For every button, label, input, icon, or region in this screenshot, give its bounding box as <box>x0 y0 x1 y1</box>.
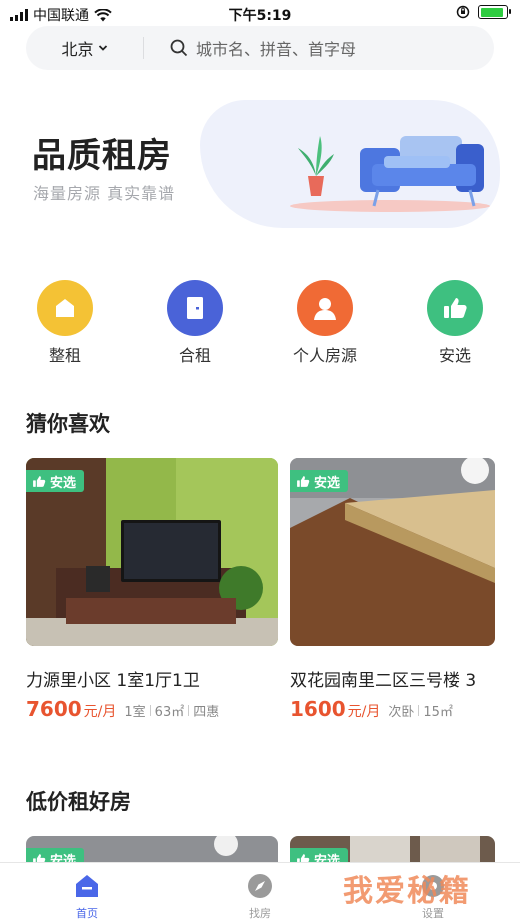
listing-photo: 安选 <box>26 458 278 646</box>
listing-card[interactable]: 安选 <box>290 836 495 862</box>
category-label: 整租 <box>48 346 81 365</box>
thumbs-up-icon <box>297 853 310 862</box>
search-bar: 北京 城市名、拼音、首字母 <box>26 26 494 70</box>
listing-name: 力源里小区 1室1厅1卫 <box>26 671 200 691</box>
tag-label: 安选 <box>50 475 77 491</box>
anxuan-tag: 安选 <box>26 470 85 492</box>
city-selector[interactable]: 北京 <box>26 37 144 59</box>
listing-name: 双花园南里二区三号楼 3 <box>290 671 477 691</box>
tab-label: 首页 <box>76 907 98 920</box>
tag-label: 安选 <box>314 853 341 863</box>
listing-photo: 安选 <box>290 836 495 862</box>
listing-card[interactable]: 安选 双花园南里二区三号楼 3 1600 元/月 次卧 15㎡ <box>290 458 495 721</box>
category-menu: 整租 合租 个人房源 安选 <box>0 280 520 370</box>
listing-meta: 7600 元/月 1室 63㎡ 四惠 <box>26 697 278 721</box>
category-label: 安选 <box>438 346 471 365</box>
hero-title: 品质租房 <box>32 136 172 176</box>
thumbs-up-icon <box>33 475 46 487</box>
sofa-illustration <box>290 136 490 212</box>
search-placeholder: 城市名、拼音、首字母 <box>196 40 357 59</box>
clock: 下午5:19 <box>228 8 292 24</box>
tab-home[interactable]: 首页 <box>47 871 127 921</box>
orientation-lock-icon <box>456 5 470 19</box>
section-title-low-price: 低价租好房 <box>26 790 131 814</box>
thumbs-up-icon <box>427 280 483 336</box>
listing-card[interactable]: 安选 力源里小区 1室1厅1卫 7600 元/月 1室 63㎡ 四惠 <box>26 458 278 721</box>
chevron-down-icon <box>98 45 107 51</box>
home-icon <box>72 871 102 901</box>
listing-photo: 安选 <box>290 458 495 646</box>
price-unit: 元/月 <box>83 704 117 720</box>
divider <box>149 705 151 716</box>
listing-detail: 四惠 <box>193 705 220 720</box>
listing-price: 1600 <box>290 697 346 721</box>
section-title-guess: 猜你喜欢 <box>26 412 110 436</box>
divider <box>418 705 420 716</box>
category-anxuan[interactable]: 安选 <box>405 280 505 366</box>
thumbs-up-icon <box>33 853 46 862</box>
door-icon <box>167 280 223 336</box>
listing-price: 7600 <box>26 697 82 721</box>
listing-card[interactable]: 安选 <box>26 836 278 862</box>
divider <box>188 705 190 716</box>
hero-subtitle: 海量房源 真实靠谱 <box>33 184 176 203</box>
house-icon <box>37 280 93 336</box>
listing-detail: 1室 <box>124 705 146 720</box>
price-unit: 元/月 <box>347 704 381 720</box>
listing-photo: 安选 <box>26 836 278 862</box>
listing-meta: 1600 元/月 次卧 15㎡ <box>290 697 495 721</box>
listing-detail: 63㎡ <box>154 705 185 720</box>
category-label: 个人房源 <box>292 346 357 365</box>
tag-label: 安选 <box>314 475 341 491</box>
search-icon <box>170 39 188 57</box>
thumbs-up-icon <box>297 475 310 487</box>
category-personal[interactable]: 个人房源 <box>275 280 375 366</box>
category-zhengzu[interactable]: 整租 <box>15 280 115 366</box>
tab-find-house[interactable]: 找房 <box>220 871 300 921</box>
person-icon <box>297 280 353 336</box>
watermark-text: 我爱秘籍 <box>343 874 471 909</box>
search-input[interactable]: 城市名、拼音、首字母 <box>144 36 356 60</box>
status-bar: 中国联通 下午5:19 <box>0 0 520 26</box>
battery-icon <box>478 5 511 19</box>
listing-detail: 次卧 <box>388 705 415 720</box>
category-label: 合租 <box>178 346 211 365</box>
compass-icon <box>245 871 275 901</box>
tag-label: 安选 <box>50 853 77 863</box>
category-hezu[interactable]: 合租 <box>145 280 245 366</box>
anxuan-tag: 安选 <box>290 848 349 863</box>
tab-label: 找房 <box>249 907 271 920</box>
anxuan-tag: 安选 <box>26 848 85 863</box>
city-label: 北京 <box>61 40 94 59</box>
listing-detail: 15㎡ <box>423 705 453 720</box>
anxuan-tag: 安选 <box>290 470 349 492</box>
